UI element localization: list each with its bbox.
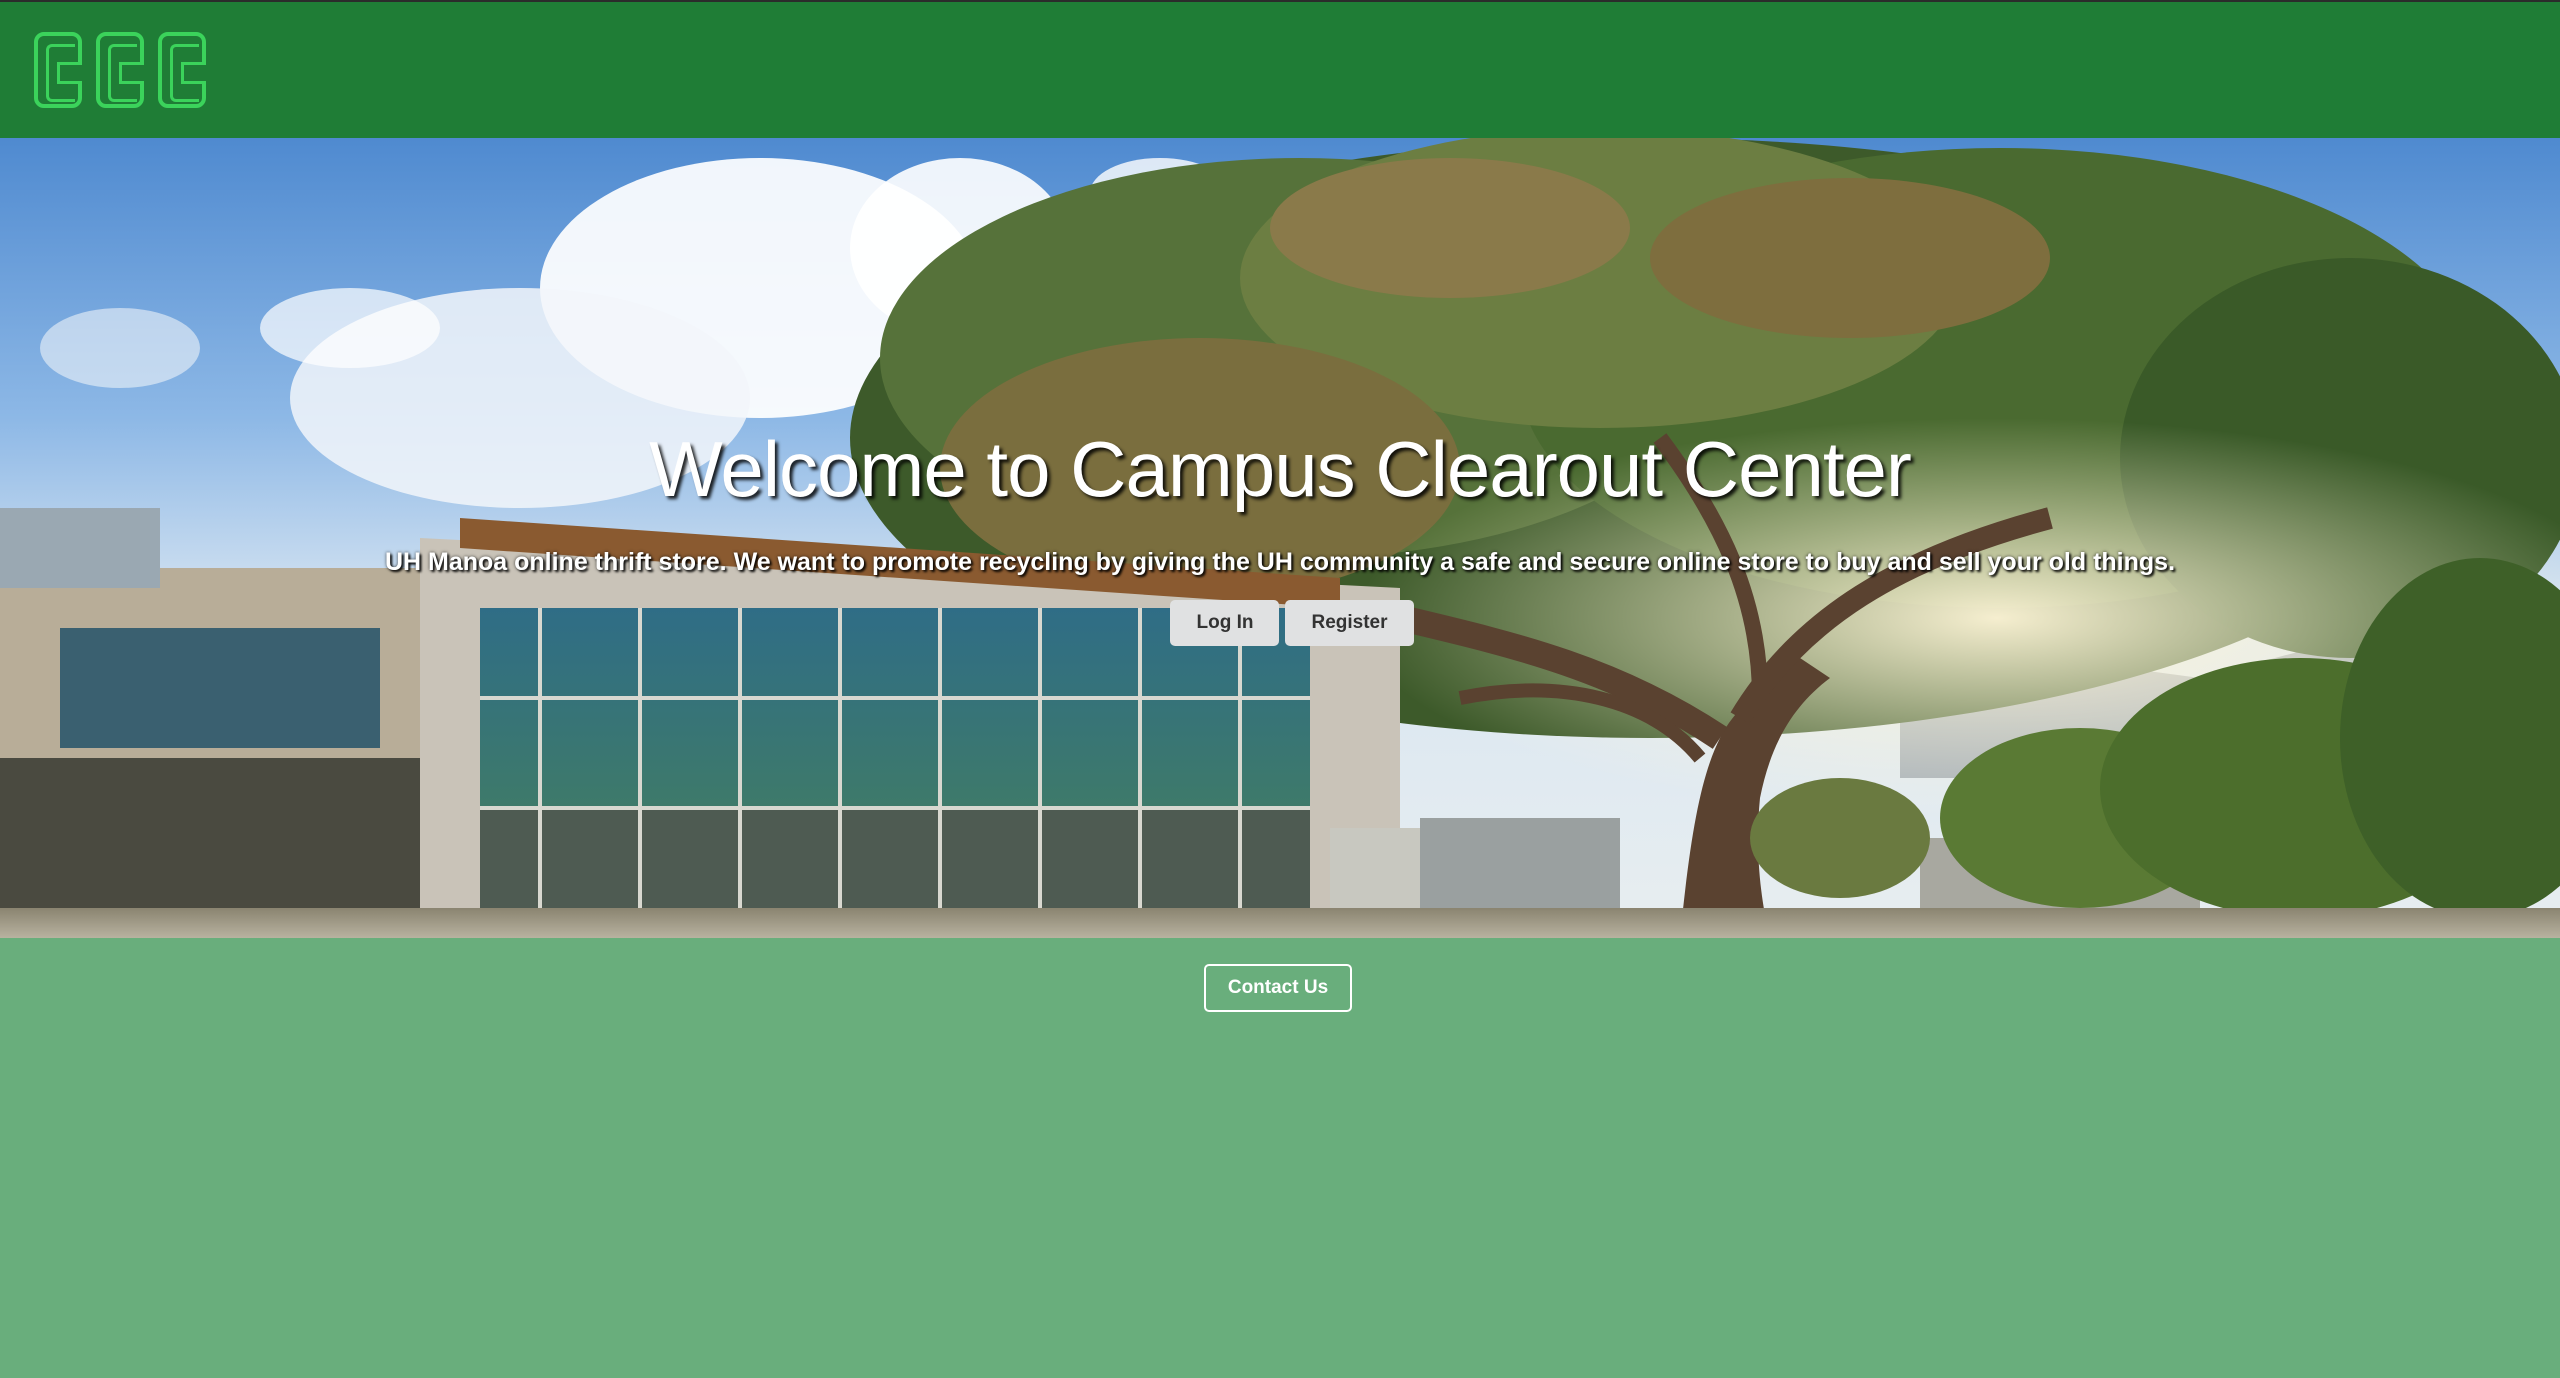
ccc-logo[interactable] xyxy=(34,32,206,108)
auth-button-group: Log In Register xyxy=(0,600,2560,646)
register-button[interactable]: Register xyxy=(1285,600,1414,646)
log-in-button[interactable]: Log In xyxy=(1170,600,1280,646)
campus-background-image xyxy=(0,138,2560,938)
top-navbar xyxy=(0,0,2560,138)
logo-letter-c xyxy=(158,32,206,108)
hero-subtitle: UH Manoa online thrift store. We want to… xyxy=(384,548,2176,576)
logo-letter-c xyxy=(34,32,82,108)
footer-section: Contact Us xyxy=(0,938,2560,1378)
contact-us-button[interactable]: Contact Us xyxy=(1204,964,1352,1012)
page-title: Welcome to Campus Clearout Center xyxy=(649,425,1912,513)
logo-letter-c xyxy=(96,32,144,108)
hero-banner: Welcome to Campus Clearout Center UH Man… xyxy=(0,138,2560,938)
